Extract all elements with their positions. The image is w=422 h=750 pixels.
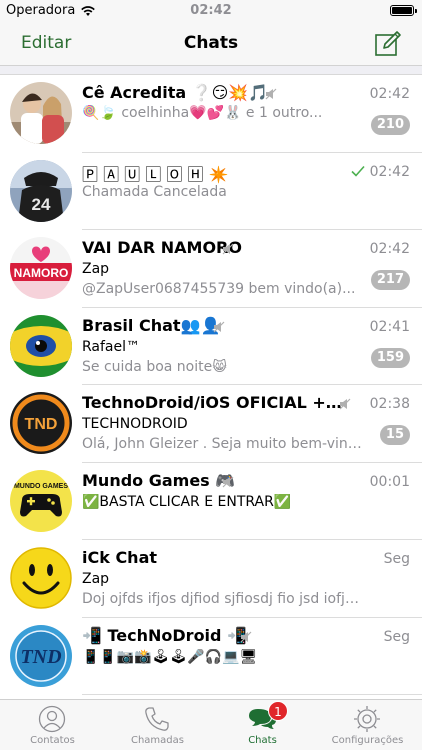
chat-row[interactable]: Brasil Chat👥👤 02:41 Rafael™ Se cuida boa… [0, 308, 422, 385]
tab-label: Contatos [30, 735, 75, 746]
chat-list[interactable]: Cê Acredita ❔😏💥🎵 02:42 🍭🍃 coelhinha💗💕🐰 e… [0, 75, 422, 699]
chat-preview: Chamada Cancelada [82, 183, 227, 200]
mute-icon [240, 631, 252, 642]
status-bar: Operadora 02:42 [0, 0, 422, 22]
avatar [10, 314, 72, 377]
avatar: TND [10, 392, 72, 454]
mute-icon [339, 398, 351, 410]
battery-icon [390, 5, 417, 16]
chat-sender: Zap [82, 261, 110, 277]
tab-configuracoes[interactable]: Configurações [315, 700, 420, 750]
avatar-text: MUNDO GAMES [14, 483, 68, 490]
unread-badge: 159 [370, 347, 410, 368]
chat-row[interactable]: TND TechnoDroid/iOS OFICIAL +Net... 02:3… [0, 385, 422, 463]
chat-preview: @ZapUser0687455739 bem vindo(a)... [82, 281, 356, 297]
status-time: 02:42 [190, 3, 232, 18]
chat-time: 02:41 [369, 318, 410, 335]
chat-preview: 🍭🍃 coelhinha💗💕🐰 e 1 outro... [82, 105, 323, 121]
compose-icon[interactable] [374, 30, 402, 58]
chat-row[interactable]: MUNDO GAMES Mundo Games 🎮 00:01 ✅BASTA C… [0, 463, 422, 540]
chat-time: 02:42 [369, 241, 410, 257]
mute-icon [222, 243, 234, 255]
nav-bar: Editar Chats [0, 22, 422, 66]
chat-name: 🄿 🄰 🅄 🄻 🄾 🄷 ✴️ [82, 164, 229, 184]
chat-time: 02:38 [369, 396, 410, 412]
avatar-text: NAMORO [14, 266, 69, 280]
chat-sender: Rafael™ [82, 338, 141, 355]
avatar-text: TND [25, 416, 58, 433]
unread-badge: 217 [370, 270, 410, 290]
tab-bar: Contatos Chamadas Chats 1 Configurações [0, 699, 422, 750]
chat-preview: Olá, John Gleizer . Seja muito bem-vind.… [82, 436, 367, 452]
mute-icon [213, 321, 225, 332]
chat-row[interactable]: TND 📲 TechNoDroid 📲 Seg 📱📱📷📸🕹🕹🎤🎧💻🖥 [0, 618, 422, 695]
chat-row[interactable]: 24 🄿 🄰 🅄 🄻 🄾 🄷 ✴️ 02:42 Chamada Cancelad… [0, 153, 422, 230]
chat-sender: TECHNODROID [82, 416, 188, 432]
gear-icon [354, 706, 380, 732]
unread-badge: 210 [370, 115, 410, 135]
read-check-icon [351, 165, 365, 177]
avatar: TND [10, 624, 72, 687]
jersey-number: 24 [32, 195, 51, 214]
chat-time: 00:01 [369, 473, 410, 490]
avatar-text: TND [20, 646, 61, 668]
chat-row[interactable]: Cê Acredita ❔😏💥🎵 02:42 🍭🍃 coelhinha💗💕🐰 e… [0, 75, 422, 153]
tab-label: Configurações [331, 735, 404, 746]
chat-preview: ✅BASTA CLICAR E ENTRAR✅ [82, 493, 292, 510]
avatar: MUNDO GAMES [10, 469, 72, 532]
chat-preview: 📱📱📷📸🕹🕹🎤🎧💻🖥 [82, 648, 258, 665]
tab-badge: 1 [268, 701, 288, 721]
chat-row[interactable]: NAMORO VAI DAR NAMORO 02:42 Zap @ZapUser… [0, 230, 422, 308]
avatar [10, 547, 72, 609]
unread-badge: 15 [379, 425, 410, 445]
chat-name: 📲 TechNoDroid 📲 [82, 625, 247, 645]
avatar: NAMORO [10, 237, 72, 299]
chat-time: Seg [383, 628, 410, 645]
chat-name: VAI DAR NAMORO [82, 238, 242, 257]
chat-preview: Doj ojfds ifjos djfiod sjfiosdj fio jsd … [82, 591, 367, 607]
chat-name: Cê Acredita ❔😏💥🎵 [82, 83, 269, 102]
chat-preview: Se cuida boa noite😸 [82, 358, 227, 375]
avatar [10, 82, 72, 144]
page-title: Chats [183, 33, 239, 53]
mute-icon [222, 476, 234, 487]
list-header-spacer [0, 66, 422, 75]
tab-label: Chats [248, 735, 277, 746]
chat-time: Seg [383, 551, 410, 567]
avatar: 24 [10, 159, 72, 222]
person-icon [38, 705, 66, 733]
chat-sender: Zap [82, 571, 110, 587]
row-separator [82, 694, 422, 695]
mute-icon [265, 88, 277, 100]
chat-name: TechnoDroid/iOS OFICIAL +Net... [82, 393, 352, 412]
chat-time: 02:42 [369, 86, 410, 102]
chat-time: 02:42 [369, 163, 410, 180]
chat-name: Mundo Games 🎮 [82, 470, 236, 490]
chat-row[interactable]: iCk Chat Seg Zap Doj ojfds ifjos djfiod … [0, 540, 422, 618]
tab-chats[interactable]: Chats [210, 700, 315, 750]
tab-chamadas[interactable]: Chamadas [105, 700, 210, 750]
chat-name: iCk Chat [82, 548, 158, 567]
tab-label: Chamadas [130, 735, 184, 746]
phone-icon [145, 707, 169, 731]
tab-contatos[interactable]: Contatos [0, 700, 105, 750]
